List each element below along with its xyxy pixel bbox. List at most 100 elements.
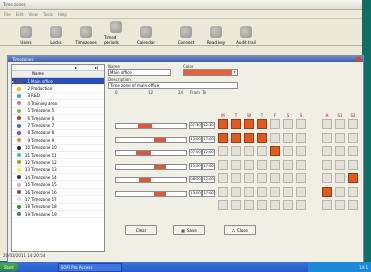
day-toggle[interactable] (231, 146, 241, 156)
day-toggle[interactable] (257, 186, 267, 197)
period-bar[interactable] (115, 150, 187, 156)
day-toggle[interactable] (244, 173, 254, 183)
day-toggle[interactable] (322, 146, 332, 156)
day-toggle[interactable] (283, 173, 293, 183)
list-item[interactable]: 13 Timezone 13 (12, 167, 104, 175)
day-toggle[interactable] (244, 159, 254, 170)
period-bar[interactable] (115, 163, 187, 170)
list-item[interactable]: 15 Timezone 15 (12, 181, 104, 189)
day-toggle[interactable] (231, 200, 241, 210)
list-item[interactable]: 17 Timezone 17 (12, 196, 104, 204)
list-item[interactable]: 8 Timezone 8 (12, 130, 104, 138)
day-toggle[interactable] (218, 132, 228, 143)
day-toggle[interactable] (296, 200, 306, 210)
day-toggle[interactable] (348, 119, 358, 129)
day-toggle[interactable] (348, 146, 358, 156)
name-input[interactable]: Main office (108, 69, 171, 76)
day-toggle[interactable] (322, 159, 332, 170)
day-toggle[interactable] (296, 146, 306, 156)
day-toggle[interactable] (283, 146, 293, 156)
day-toggle[interactable] (322, 132, 332, 143)
day-toggle[interactable] (257, 119, 267, 129)
list-item[interactable]: 9 Timezone 9 (12, 137, 104, 145)
list-item[interactable]: 6 Timezone 6 (12, 115, 104, 123)
day-toggle[interactable] (244, 186, 254, 197)
period-bar[interactable] (115, 123, 187, 129)
menu-item-view[interactable]: View (28, 12, 38, 17)
list-item[interactable]: 19 Timezone 19 (12, 211, 104, 219)
description-input[interactable]: Time zone of main office (108, 82, 238, 89)
day-toggle[interactable] (348, 132, 358, 143)
period-segment[interactable] (153, 164, 166, 169)
day-toggle[interactable] (231, 173, 241, 183)
close-icon[interactable] (356, 56, 361, 62)
day-toggle[interactable] (270, 146, 280, 156)
save-button[interactable]: ▦ Save (173, 225, 205, 235)
to-time-input[interactable]: 17:00 (202, 189, 215, 197)
day-toggle[interactable] (218, 159, 228, 170)
list-item[interactable]: 18 Timezone 18 (12, 204, 104, 212)
day-toggle[interactable] (218, 186, 228, 197)
menu-item-edit[interactable]: Edit (16, 12, 24, 17)
day-toggle[interactable] (270, 159, 280, 170)
clear-button[interactable]: Clear (125, 225, 157, 235)
day-toggle[interactable] (296, 119, 306, 129)
color-select[interactable]: ▾ (183, 69, 238, 76)
to-time-input[interactable]: 17:00 (202, 162, 215, 170)
start-button[interactable]: Start (0, 263, 18, 271)
list-item[interactable]: 3 R&D (12, 93, 104, 101)
day-toggle[interactable] (283, 159, 293, 170)
day-toggle[interactable] (322, 186, 332, 197)
day-toggle[interactable] (244, 146, 254, 156)
list-item[interactable]: ▸ 1 Main office (12, 78, 104, 86)
list-item[interactable]: 10 Timezone 10 (12, 145, 104, 152)
day-toggle[interactable] (270, 132, 280, 143)
day-toggle[interactable] (257, 132, 267, 143)
day-toggle[interactable] (296, 132, 306, 143)
day-toggle[interactable] (348, 200, 358, 210)
day-toggle[interactable] (322, 200, 332, 210)
period-bar[interactable] (115, 177, 187, 183)
list-item[interactable]: 14 Timezone 14 (12, 174, 104, 182)
day-toggle[interactable] (244, 119, 254, 129)
from-time-input[interactable]: 13:00 (189, 162, 202, 170)
period-segment[interactable] (136, 151, 151, 155)
day-toggle[interactable] (296, 186, 306, 197)
day-toggle[interactable] (335, 200, 345, 210)
list-item[interactable]: 4 Training area (12, 100, 104, 108)
day-toggle[interactable] (283, 132, 293, 143)
day-toggle[interactable] (218, 146, 228, 156)
day-toggle[interactable] (283, 200, 293, 210)
from-time-input[interactable]: 08:00 (189, 176, 202, 183)
toolbar-button-read-key[interactable]: Read key (204, 21, 228, 45)
last-arrow-icon[interactable]: ▸| (95, 65, 98, 70)
menu-item-file[interactable]: File (4, 12, 11, 17)
taskbar-item-app[interactable]: SOFI Pro Access (57, 262, 122, 272)
toolbar-button-audit-trail[interactable]: Audit trail (234, 21, 258, 45)
dropdown-arrow-icon[interactable]: ▾ (231, 70, 237, 75)
to-time-input[interactable]: 12:00 (202, 176, 215, 183)
day-toggle[interactable] (257, 146, 267, 156)
close-button[interactable]: ⎍ Close (224, 225, 256, 235)
day-toggle[interactable] (283, 119, 293, 129)
day-toggle[interactable] (231, 159, 241, 170)
day-toggle[interactable] (348, 159, 358, 170)
day-toggle[interactable] (322, 173, 332, 183)
day-toggle[interactable] (322, 119, 332, 129)
period-bar[interactable] (115, 136, 187, 143)
period-bar[interactable] (115, 190, 187, 197)
list-item[interactable]: 12 Timezone 12 (12, 159, 104, 167)
day-toggle[interactable] (335, 146, 345, 156)
day-toggle[interactable] (348, 173, 358, 183)
day-toggle[interactable] (270, 119, 280, 129)
toolbar-button-users[interactable]: Users (14, 21, 38, 45)
list-item[interactable]: 7 Timezone 7 (12, 122, 104, 130)
day-toggle[interactable] (335, 119, 345, 129)
day-toggle[interactable] (218, 119, 228, 129)
day-toggle[interactable] (218, 200, 228, 210)
day-toggle[interactable] (283, 186, 293, 197)
toolbar-button-connect[interactable]: Connect (174, 21, 198, 45)
day-toggle[interactable] (335, 132, 345, 143)
day-toggle[interactable] (270, 173, 280, 183)
list-item[interactable]: 5 Timezone 5 (12, 108, 104, 115)
